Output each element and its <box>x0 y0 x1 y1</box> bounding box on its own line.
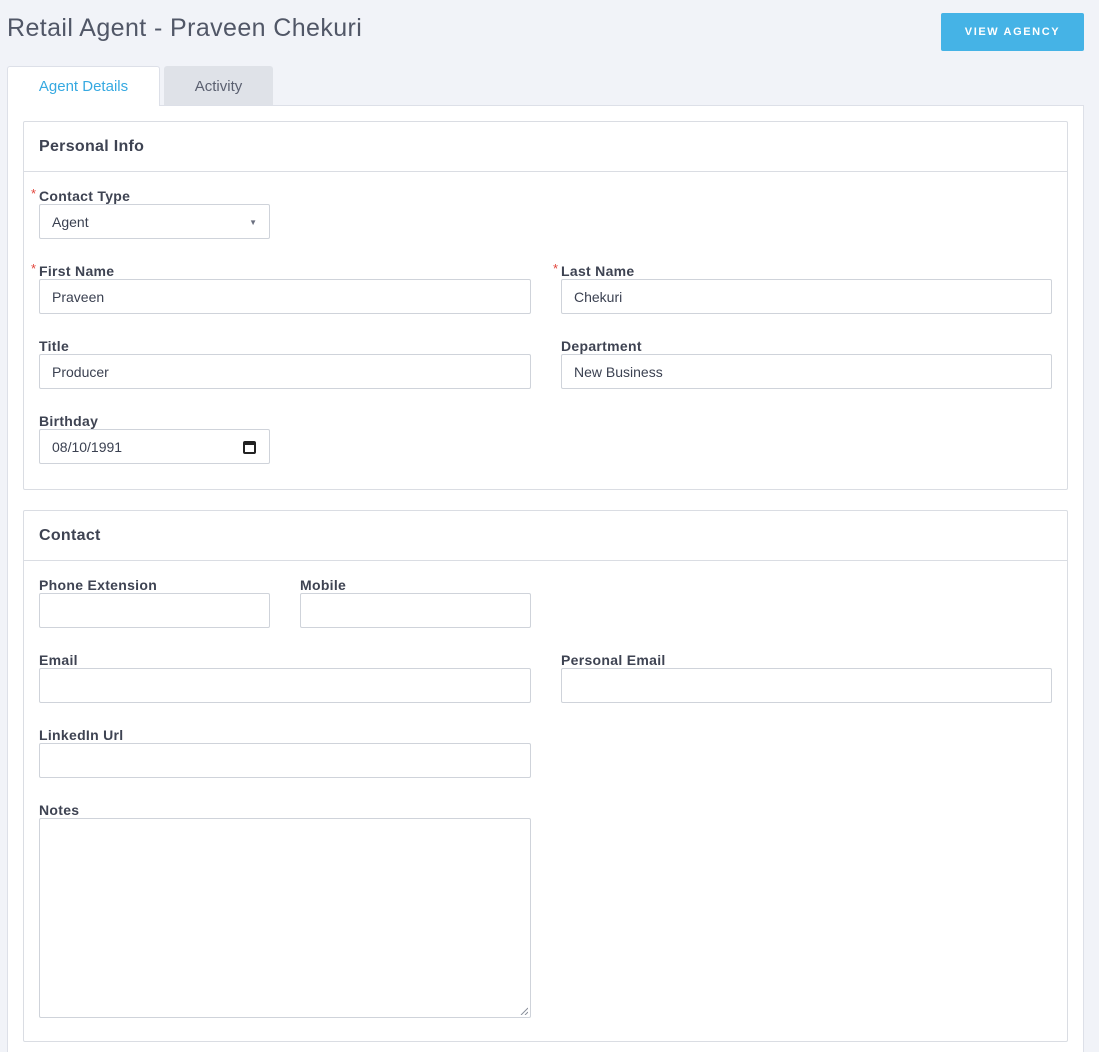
tab-activity[interactable]: Activity <box>164 66 273 106</box>
phone-extension-input[interactable] <box>39 593 270 628</box>
linkedin-url-input[interactable] <box>39 743 531 778</box>
title-field: Title Producer <box>39 338 531 390</box>
required-marker: * <box>553 261 559 276</box>
last-name-label: * Last Name <box>553 261 635 279</box>
personal-info-panel: Personal Info * Contact Type Agent ▼ * F… <box>23 121 1068 490</box>
required-marker: * <box>31 261 37 276</box>
mobile-label: Mobile <box>300 577 347 593</box>
personal-email-label: Personal Email <box>561 652 666 668</box>
contact-heading: Contact <box>24 511 1067 561</box>
mobile-input[interactable] <box>300 593 531 628</box>
email-field: Email <box>39 652 531 704</box>
resize-handle-icon[interactable] <box>520 1007 528 1015</box>
linkedin-url-field: LinkedIn Url <box>39 727 531 779</box>
page-title: Retail Agent - Praveen Chekuri <box>7 14 363 42</box>
personal-info-heading: Personal Info <box>24 122 1067 172</box>
birthday-input[interactable]: 08/10/1991 <box>39 429 270 464</box>
personal-email-input[interactable] <box>561 668 1052 703</box>
contact-type-label: * Contact Type <box>31 186 131 204</box>
contact-type-field: * Contact Type Agent ▼ <box>31 186 270 240</box>
email-label: Email <box>39 652 78 668</box>
department-field: Department New Business <box>561 338 1052 390</box>
last-name-field: * Last Name Chekuri <box>553 261 1052 315</box>
notes-textarea[interactable] <box>39 818 531 1018</box>
mobile-field: Mobile <box>300 577 531 629</box>
birthday-label: Birthday <box>39 413 99 429</box>
required-marker: * <box>31 186 37 201</box>
title-label: Title <box>39 338 70 354</box>
contact-type-select[interactable]: Agent ▼ <box>39 204 270 239</box>
title-input[interactable]: Producer <box>39 354 531 389</box>
contact-type-value: Agent <box>52 213 89 230</box>
personal-email-field: Personal Email <box>561 652 1052 704</box>
email-input[interactable] <box>39 668 531 703</box>
department-input[interactable]: New Business <box>561 354 1052 389</box>
tab-bar: Agent Details Activity <box>7 66 273 106</box>
phone-extension-label: Phone Extension <box>39 577 158 593</box>
birthday-value: 08/10/1991 <box>52 438 123 455</box>
department-label: Department <box>561 338 642 354</box>
first-name-label: * First Name <box>31 261 115 279</box>
chevron-down-icon: ▼ <box>249 218 257 227</box>
phone-extension-field: Phone Extension <box>39 577 270 629</box>
linkedin-url-label: LinkedIn Url <box>39 727 124 743</box>
tab-agent-details[interactable]: Agent Details <box>7 66 160 106</box>
contact-panel: Contact Phone Extension Mobile Email Per… <box>23 510 1068 1042</box>
first-name-input[interactable]: Praveen <box>39 279 531 314</box>
notes-field: Notes <box>39 802 531 1018</box>
view-agency-button[interactable]: VIEW AGENCY <box>941 13 1084 51</box>
notes-label: Notes <box>39 802 80 818</box>
birthday-field: Birthday 08/10/1991 <box>39 413 270 465</box>
first-name-field: * First Name Praveen <box>31 261 531 315</box>
last-name-input[interactable]: Chekuri <box>561 279 1052 314</box>
calendar-icon[interactable] <box>243 441 256 454</box>
